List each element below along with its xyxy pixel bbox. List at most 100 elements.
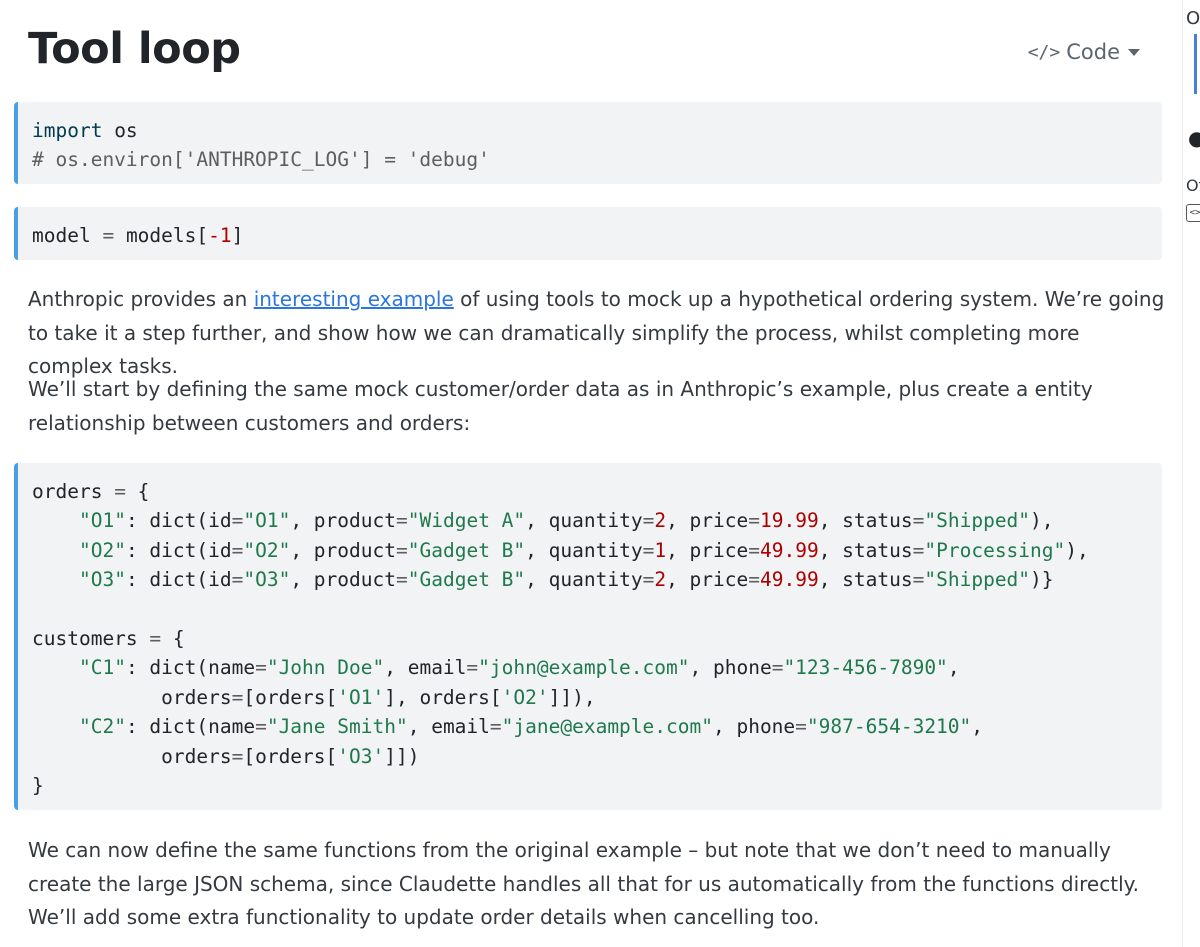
code-token: : dict( <box>125 568 209 592</box>
code-token: id <box>208 568 232 592</box>
code-token: = <box>466 656 479 680</box>
code-token: "O3" <box>78 568 126 592</box>
code-token: = <box>912 568 925 592</box>
code-token: = <box>771 656 784 680</box>
code-line: orders=[orders['O1'], orders['O2']]), <box>32 685 595 709</box>
code-cell-model[interactable]: model = models[-1] <box>14 207 1162 260</box>
code-token: import <box>32 119 103 142</box>
code-token: ] <box>231 224 244 247</box>
code-line: "C2": dict(name="Jane Smith", email="jan… <box>32 715 983 738</box>
code-token: = <box>396 568 408 592</box>
code-line: orders = { <box>32 480 149 503</box>
code-token: customers <box>32 627 150 651</box>
code-token: = <box>642 509 655 533</box>
code-token: "Processing" <box>924 538 1066 562</box>
code-block: model = models[-1] <box>32 221 1162 250</box>
code-token: "jane@example.com" <box>501 715 713 739</box>
toc-active-indicator <box>1194 34 1197 94</box>
code-token: , product <box>290 538 396 562</box>
interesting-example-link[interactable]: interesting example <box>254 287 454 311</box>
code-line: import os <box>32 119 138 142</box>
code-token: { <box>161 627 185 651</box>
code-token: , <box>971 715 984 739</box>
code-token: -1 <box>208 224 232 247</box>
code-token: , price <box>666 568 749 592</box>
code-line: model = models[-1] <box>32 224 243 247</box>
right-sidebar: O ● Ot <> <box>1180 0 1200 947</box>
code-line: "O2": dict(id="O2", product="Gadget B", … <box>32 539 1089 562</box>
code-token: orders <box>32 744 232 768</box>
code-token: = <box>642 538 655 562</box>
code-token: = <box>748 538 760 562</box>
code-token: "John Doe" <box>266 656 385 680</box>
code-token: = <box>231 744 244 768</box>
code-token: ]]) <box>384 744 420 768</box>
code-token: = <box>748 509 760 533</box>
code-toggle-button[interactable]: </> Code <box>1028 40 1140 64</box>
code-token: , price <box>666 538 749 562</box>
code-token: { <box>125 480 150 503</box>
code-token: "O3" <box>243 568 291 592</box>
code-token: = <box>489 715 502 739</box>
code-cell-orders-customers[interactable]: orders = { "O1": dict(id="O1", product="… <box>14 463 1162 810</box>
code-line: customers = { <box>32 627 185 650</box>
code-token: "Shipped" <box>924 568 1031 592</box>
code-token: , price <box>666 509 749 533</box>
code-token: = <box>231 685 244 709</box>
code-token: : dict( <box>125 538 209 562</box>
code-token: 2 <box>654 568 667 592</box>
code-token: "C1" <box>78 656 126 680</box>
code-token: 'O2' <box>501 685 549 709</box>
code-token: "Widget A" <box>407 509 526 533</box>
code-token: [orders[ <box>243 685 338 709</box>
code-token: # os.environ['ANTHROPIC_LOG'] = 'debug' <box>32 148 490 172</box>
code-token: , product <box>290 509 396 533</box>
other-links-heading: Ot <box>1186 176 1200 195</box>
code-token: "Gadget B" <box>407 538 526 562</box>
code-token: = <box>912 509 925 533</box>
code-token: = <box>114 480 126 503</box>
view-source-icon[interactable]: <> <box>1186 204 1200 222</box>
code-token: } <box>32 774 44 798</box>
code-block: orders = { "O1": dict(id="O1", product="… <box>32 477 1162 800</box>
code-block: import os # os.environ['ANTHROPIC_LOG'] … <box>32 116 1162 175</box>
code-token: = <box>231 538 244 562</box>
toc-heading: O <box>1186 8 1200 29</box>
code-token: ), <box>1065 538 1089 562</box>
code-token: "Shipped" <box>924 509 1031 533</box>
github-icon[interactable]: ● <box>1188 126 1200 150</box>
code-token: , quantity <box>525 509 643 533</box>
paragraph-data-setup: We’ll start by defining the same mock cu… <box>28 377 1093 435</box>
code-token: "Jane Smith" <box>266 715 408 739</box>
code-token: = <box>912 538 925 562</box>
code-token: , status <box>818 568 913 592</box>
code-token: "O1" <box>243 509 291 533</box>
code-token: "O2" <box>78 538 126 562</box>
code-token: : dict( <box>125 509 209 533</box>
code-token: , email <box>384 656 467 680</box>
code-token: = <box>231 509 244 533</box>
code-token: , email <box>407 715 490 739</box>
code-token: , phone <box>712 715 796 739</box>
code-line: "O3": dict(id="O3", product="Gadget B", … <box>32 568 1054 591</box>
code-line: orders=[orders['O3']]) <box>32 745 419 768</box>
code-token: "O1" <box>78 509 126 533</box>
code-token: ], orders[ <box>384 685 502 709</box>
code-token: = <box>255 656 267 680</box>
code-brackets-icon: </> <box>1027 41 1061 63</box>
paragraph-intro-text: Anthropic provides an <box>28 287 254 311</box>
code-token: "O2" <box>243 538 291 562</box>
code-line: # os.environ['ANTHROPIC_LOG'] = 'debug' <box>32 148 490 171</box>
code-token: , <box>947 656 960 680</box>
code-cell-import[interactable]: import os # os.environ['ANTHROPIC_LOG'] … <box>14 102 1162 184</box>
code-token: , quantity <box>525 538 643 562</box>
code-token: = <box>642 568 655 592</box>
code-token: = <box>795 715 807 739</box>
code-token: , phone <box>689 656 772 680</box>
code-token: = <box>255 715 267 739</box>
code-token: 49.99 <box>760 538 819 562</box>
code-token: 19.99 <box>760 509 819 533</box>
